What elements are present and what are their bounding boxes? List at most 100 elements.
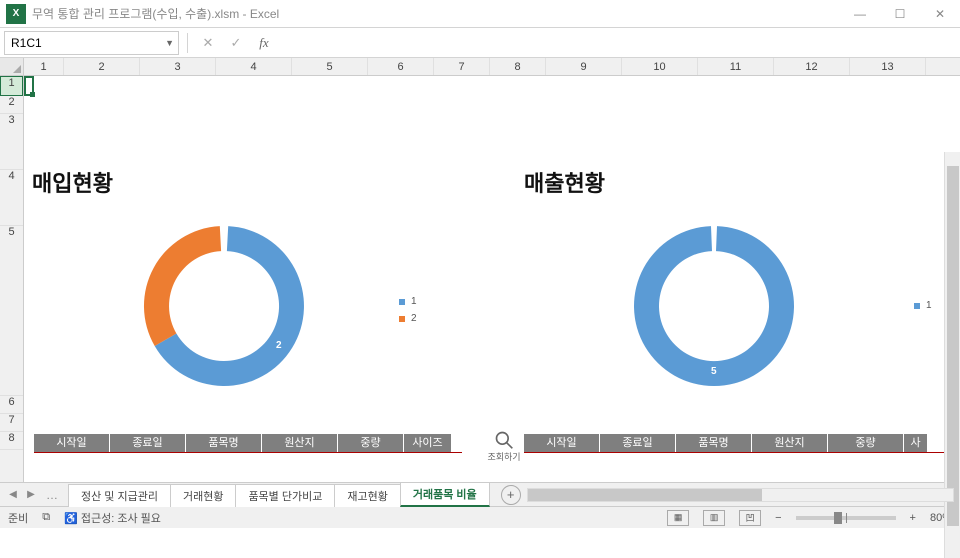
sheet-tab[interactable]: 거래현황 [170, 484, 236, 507]
legend-label: 1 [411, 296, 417, 307]
table-row-empty[interactable] [34, 452, 462, 466]
search-label: 조회하기 [487, 450, 520, 463]
zoom-knob[interactable] [834, 512, 842, 524]
sheet-nav-next-icon[interactable]: ▶ [24, 488, 38, 502]
selected-cell[interactable] [24, 76, 34, 96]
col-header[interactable]: 10 [622, 58, 698, 75]
col-header[interactable]: 7 [434, 58, 490, 75]
row-header[interactable]: 6 [0, 396, 23, 414]
table-row-empty[interactable] [524, 452, 944, 466]
col-header[interactable]: 1 [24, 58, 64, 75]
scrollbar-thumb[interactable] [947, 166, 959, 526]
th[interactable]: 사이즈 [404, 434, 452, 452]
row-header[interactable]: 2 [0, 96, 23, 114]
chart-title-sales: 매출현황 [524, 166, 605, 198]
view-page-layout-icon[interactable]: ▥ [703, 510, 725, 526]
accessibility-status[interactable]: ♿ 접근성: 조사 필요 [64, 510, 161, 526]
col-header[interactable]: 11 [698, 58, 774, 75]
status-ready: 준비 [8, 510, 28, 526]
th[interactable]: 시작일 [34, 434, 110, 452]
col-header[interactable]: 12 [774, 58, 850, 75]
grid-area: 1 2 3 4 5 6 7 8 매입현황 매출현황 1 2 1 2 [0, 76, 960, 482]
th[interactable]: 품목명 [186, 434, 262, 452]
legend-label: 2 [411, 313, 417, 324]
stats-icon[interactable]: ⧉ [42, 511, 50, 524]
name-box-value: R1C1 [11, 36, 42, 50]
sheet-tab[interactable]: 정산 및 지급관리 [68, 484, 171, 507]
row-header[interactable]: 3 [0, 114, 23, 170]
table-header-right: 시작일 종료일 품목명 원산지 중량 사 [524, 434, 928, 452]
col-header[interactable]: 6 [368, 58, 434, 75]
horizontal-scrollbar[interactable] [527, 488, 954, 502]
minimize-button[interactable]: — [840, 0, 880, 28]
col-header[interactable]: 4 [216, 58, 292, 75]
th[interactable]: 원산지 [262, 434, 338, 452]
cancel-formula-icon[interactable]: ✕ [196, 31, 220, 55]
th[interactable]: 품목명 [676, 434, 752, 452]
zoom-out-button[interactable]: − [775, 512, 781, 524]
zoom-slider[interactable] [796, 516, 896, 520]
sheet-tabs: 정산 및 지급관리 거래현황 품목별 단가비교 재고현황 거래품목 비율 [68, 483, 489, 507]
sheet-nav-more-icon[interactable]: … [42, 488, 62, 502]
row-header[interactable]: 4 [0, 170, 23, 226]
legend-swatch [399, 299, 405, 305]
name-box[interactable]: R1C1 ▼ [4, 31, 179, 55]
th[interactable]: 중량 [338, 434, 404, 452]
table-header-left: 시작일 종료일 품목명 원산지 중량 사이즈 [34, 434, 452, 452]
donut-chart-sales: 5 [614, 206, 814, 406]
chart-title-purchase: 매입현황 [32, 166, 113, 198]
th[interactable]: 사 [904, 434, 928, 452]
column-headers: 1 2 3 4 5 6 7 8 9 10 11 12 13 [0, 58, 960, 76]
legend-label: 1 [926, 300, 932, 311]
donut-label-2: 2 [276, 340, 282, 351]
scrollbar-thumb[interactable] [528, 489, 762, 501]
donut-label-1: 1 [176, 288, 182, 299]
legend-swatch [399, 316, 405, 322]
col-header[interactable]: 5 [292, 58, 368, 75]
row-header[interactable]: 8 [0, 432, 23, 450]
legend-purchase: 1 2 [399, 296, 417, 330]
row-header[interactable]: 5 [0, 226, 23, 396]
excel-icon: X [6, 4, 26, 24]
formula-bar: R1C1 ▼ ✕ ✓ fx [0, 28, 960, 58]
sheet-nav-prev-icon[interactable]: ◀ [6, 488, 20, 502]
donut-label-5: 5 [711, 366, 717, 377]
legend-swatch [914, 303, 920, 309]
col-header[interactable]: 3 [140, 58, 216, 75]
col-header[interactable]: 8 [490, 58, 546, 75]
donut-chart-purchase: 1 2 [124, 206, 324, 406]
search-button[interactable]: 조회하기 [484, 428, 524, 464]
th[interactable]: 시작일 [524, 434, 600, 452]
th[interactable]: 원산지 [752, 434, 828, 452]
select-all-corner[interactable] [0, 58, 24, 75]
fx-icon[interactable]: fx [252, 31, 276, 55]
th[interactable]: 종료일 [600, 434, 676, 452]
close-button[interactable]: ✕ [920, 0, 960, 28]
col-header[interactable]: 13 [850, 58, 926, 75]
col-header[interactable]: 9 [546, 58, 622, 75]
status-bar: 준비 ⧉ ♿ 접근성: 조사 필요 ▦ ▥ 凹 − + 80% [0, 506, 960, 528]
worksheet[interactable]: 매입현황 매출현황 1 2 1 2 5 1 [24, 76, 960, 482]
separator [187, 33, 188, 53]
col-header[interactable]: 2 [64, 58, 140, 75]
sheet-tab[interactable]: 재고현황 [334, 484, 400, 507]
search-icon [494, 430, 514, 450]
formula-input[interactable] [280, 31, 956, 55]
sheet-tab[interactable]: 품목별 단가비교 [235, 484, 335, 507]
sheet-nav: ◀ ▶ … [0, 488, 68, 502]
th[interactable]: 중량 [828, 434, 904, 452]
row-header[interactable]: 1 [0, 76, 23, 96]
maximize-button[interactable]: ☐ [880, 0, 920, 28]
legend-sales: 1 [914, 300, 932, 317]
add-sheet-button[interactable]: + [501, 485, 521, 505]
view-normal-icon[interactable]: ▦ [667, 510, 689, 526]
th[interactable]: 종료일 [110, 434, 186, 452]
row-header[interactable]: 7 [0, 414, 23, 432]
view-page-break-icon[interactable]: 凹 [739, 510, 761, 526]
name-box-dropdown-icon[interactable]: ▼ [165, 38, 174, 48]
zoom-in-button[interactable]: + [910, 512, 916, 524]
enter-formula-icon[interactable]: ✓ [224, 31, 248, 55]
sheet-tab-active[interactable]: 거래품목 비율 [400, 482, 490, 507]
title-bar: X 무역 통합 관리 프로그램(수입, 수출).xlsm - Excel — ☐… [0, 0, 960, 28]
window-title: 무역 통합 관리 프로그램(수입, 수출).xlsm - Excel [32, 5, 840, 22]
